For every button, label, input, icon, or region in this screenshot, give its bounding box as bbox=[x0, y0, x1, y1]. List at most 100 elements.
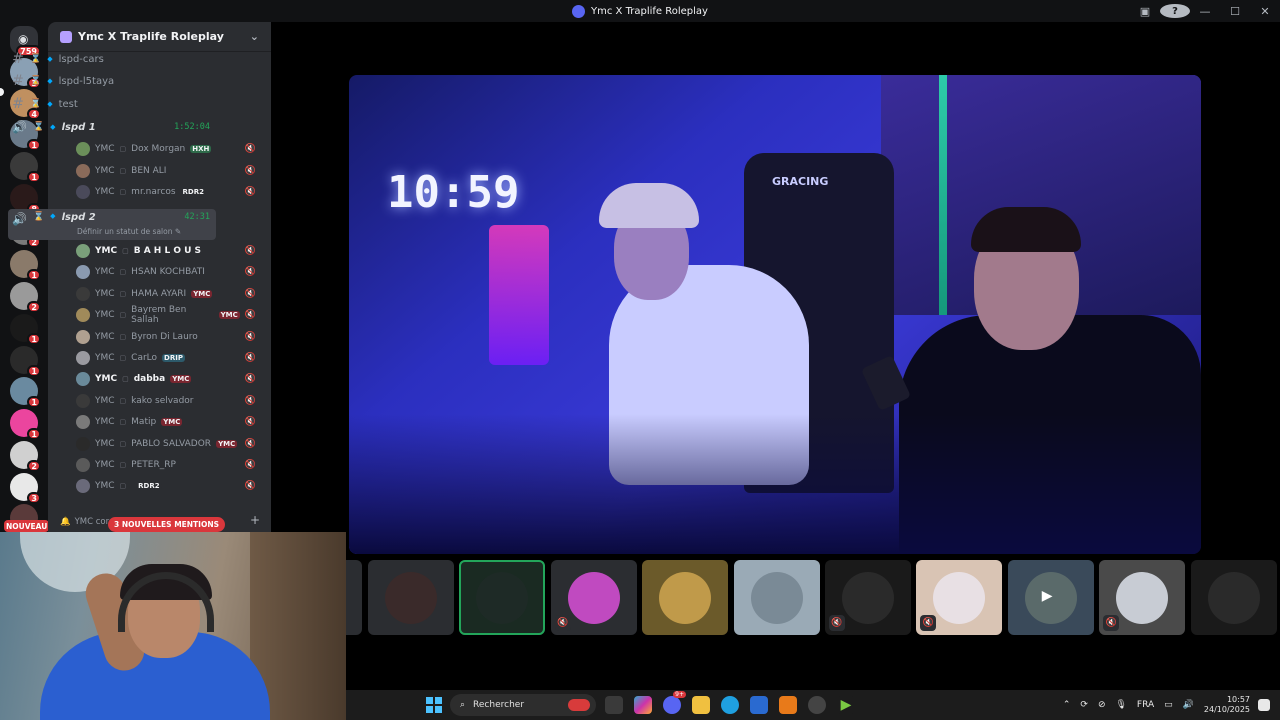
display-icon[interactable]: ▭ bbox=[1164, 700, 1173, 710]
participant-tile[interactable] bbox=[1190, 560, 1277, 635]
member-name: CarLo bbox=[131, 353, 158, 363]
server-header[interactable]: Ymc X Traplife Roleplay ⌄ bbox=[48, 22, 271, 52]
avatar bbox=[76, 265, 90, 280]
member-tag: YMC bbox=[216, 439, 238, 448]
avatar bbox=[76, 458, 90, 472]
server-icon[interactable]: 1 bbox=[10, 152, 41, 183]
square-icon: ▢ bbox=[122, 375, 129, 384]
voice-member[interactable]: YMC ▢ CarLo DRIP 🔇 bbox=[76, 348, 266, 368]
square-icon: ▢ bbox=[119, 418, 127, 427]
taskbar-search[interactable]: ⌕ Rechercher bbox=[450, 694, 596, 716]
server-icon[interactable]: 1 bbox=[10, 409, 41, 440]
channel-lspd-cars[interactable]: # ⌛ ◆ lspd-cars bbox=[8, 49, 216, 69]
member-name: BEN ALI bbox=[131, 165, 167, 176]
participant-tile[interactable] bbox=[368, 560, 454, 635]
webcam-overlay bbox=[0, 532, 346, 720]
minimize-button[interactable]: — bbox=[1190, 5, 1220, 18]
voice-member[interactable]: YMC ▢ mr.narcos RDR2 🔇 bbox=[76, 182, 266, 202]
member-name: dabba bbox=[133, 374, 166, 385]
game-icon[interactable] bbox=[808, 696, 826, 714]
bell-icon: 🔔 bbox=[60, 517, 71, 527]
title-bar: Ymc X Traplife Roleplay ▣ ? — ☐ ✕ bbox=[0, 0, 1280, 22]
participant-tile[interactable]: 🔇 bbox=[916, 560, 1003, 635]
sync-icon[interactable]: ⟳ bbox=[1080, 700, 1088, 710]
participant-tile[interactable]: 🔇 bbox=[825, 560, 911, 635]
play-icon[interactable]: ▶ bbox=[837, 696, 855, 714]
voice-member[interactable]: YMC ▢ BEN ALI 🔇 bbox=[76, 161, 266, 181]
mic-icon[interactable]: 🎙 bbox=[1115, 700, 1126, 710]
stream-video[interactable]: 10:59 GRACING bbox=[349, 75, 1201, 554]
diamond-icon: ◆ bbox=[50, 123, 56, 131]
voice-member[interactable]: YMC ▢ RDR2 🔇 bbox=[76, 476, 266, 496]
muted-icon: 🔇 bbox=[554, 615, 571, 631]
hourglass-icon: ⌛ bbox=[30, 99, 42, 109]
network-off-icon[interactable]: ⊘ bbox=[1098, 700, 1106, 710]
server-icon[interactable]: 1 bbox=[10, 250, 41, 281]
square-icon: ▢ bbox=[119, 461, 127, 469]
square-icon: ▢ bbox=[119, 332, 127, 341]
member-tag: DRIP bbox=[162, 354, 185, 362]
member-prefix: YMC bbox=[95, 165, 115, 176]
new-mentions-button[interactable]: 3 NOUVELLES MENTIONS bbox=[108, 517, 226, 532]
server-icon[interactable]: 1 bbox=[10, 314, 41, 345]
member-prefix: YMC bbox=[95, 288, 115, 299]
chevron-up-icon[interactable]: ⌃ bbox=[1063, 700, 1071, 710]
hourglass-icon: ⌛ bbox=[32, 212, 45, 222]
task-view-icon[interactable] bbox=[605, 696, 623, 714]
mute-icon: 🔇 bbox=[244, 353, 258, 363]
discord-window: Ymc X Traplife Roleplay ▣ ? — ☐ ✕ ◉ 759 … bbox=[0, 0, 1280, 720]
notification-icon[interactable] bbox=[1258, 699, 1270, 711]
volume-icon[interactable]: 🔊 bbox=[1183, 700, 1194, 710]
channel-status-hint[interactable]: Définir un statut de salon ✎ bbox=[77, 227, 181, 236]
avatar bbox=[76, 329, 90, 344]
server-icon[interactable]: 3 bbox=[10, 473, 41, 504]
square-icon: ▢ bbox=[119, 188, 127, 196]
voice-member[interactable]: YMC ▢ kako selvador 🔇 bbox=[76, 391, 266, 411]
voice-member[interactable]: YMC ▢ HAMA AYARI YMC 🔇 bbox=[76, 284, 266, 304]
participant-tile[interactable]: 🔇 bbox=[1099, 560, 1186, 635]
participant-tile[interactable] bbox=[642, 560, 729, 635]
avatar bbox=[76, 163, 90, 178]
mute-icon: 🔇 bbox=[244, 310, 258, 321]
server-icon[interactable]: 2 bbox=[10, 441, 41, 472]
close-button[interactable]: ✕ bbox=[1250, 5, 1280, 18]
voice-member[interactable]: YMC ▢ B A H L O U S 🔇 bbox=[76, 241, 266, 261]
participant-tile[interactable] bbox=[459, 560, 546, 635]
maximize-button[interactable]: ☐ bbox=[1220, 5, 1250, 18]
mute-icon: 🔇 bbox=[244, 267, 258, 278]
add-icon[interactable]: + bbox=[250, 513, 260, 527]
app-icon bbox=[572, 4, 586, 18]
file-explorer-icon[interactable] bbox=[692, 696, 710, 714]
language-indicator[interactable]: FRA bbox=[1137, 700, 1154, 710]
voice-member[interactable]: YMC ▢ Dox Morgan HXH 🔇 bbox=[76, 139, 266, 159]
copilot-icon[interactable] bbox=[634, 696, 652, 714]
taskbar-clock[interactable]: 10:57 24/10/2025 bbox=[1204, 695, 1250, 715]
voice-member[interactable]: YMC ▢ PETER_RP 🔇 bbox=[76, 455, 266, 475]
store-icon[interactable] bbox=[750, 696, 768, 714]
voice-member[interactable]: YMC ▢ dabba YMC 🔇 bbox=[76, 369, 266, 389]
channel-lspd-l5taya[interactable]: # ⌛ ◆ lspd-l5taya bbox=[8, 71, 216, 91]
voice-member[interactable]: YMC ▢ Bayrem Ben Sallah YMC 🔇 bbox=[76, 305, 266, 325]
server-icon[interactable]: 8 bbox=[10, 184, 41, 215]
inbox-icon[interactable]: ▣ bbox=[1130, 5, 1160, 18]
participant-tile[interactable]: 🔇 bbox=[550, 560, 637, 635]
help-icon[interactable]: ? bbox=[1160, 4, 1190, 18]
voice-member[interactable]: YMC ▢ HSAN KOCHBATI 🔇 bbox=[76, 262, 266, 282]
start-button[interactable] bbox=[426, 697, 442, 713]
member-tag: RDR2 bbox=[136, 482, 162, 491]
voice-member[interactable]: YMC ▢ PABLO SALVADOR YMC 🔇 bbox=[76, 434, 266, 454]
voice-member[interactable]: YMC ▢ Matip YMC 🔇 bbox=[76, 412, 266, 432]
discord-taskbar-icon[interactable]: 9+ bbox=[663, 691, 686, 714]
server-icon[interactable]: 1 bbox=[10, 377, 41, 408]
voice-member[interactable]: YMC ▢ Byron Di Lauro 🔇 bbox=[76, 327, 266, 347]
square-icon: ▢ bbox=[119, 268, 127, 277]
edge-icon[interactable] bbox=[721, 696, 739, 714]
office-icon[interactable] bbox=[779, 696, 797, 714]
channel-test[interactable]: # ⌛ ◆ test bbox=[8, 94, 216, 114]
server-icon[interactable]: 1 bbox=[10, 346, 41, 377]
member-prefix: YMC bbox=[95, 438, 115, 449]
server-icon[interactable]: 2 bbox=[10, 282, 41, 313]
voice-channel-lspd-1[interactable]: 🔊 ⌛ ◆ lspd 1 1:52:04 bbox=[8, 117, 216, 137]
participant-tile[interactable]: ▶ bbox=[1007, 560, 1094, 635]
participant-tile[interactable] bbox=[733, 560, 820, 635]
